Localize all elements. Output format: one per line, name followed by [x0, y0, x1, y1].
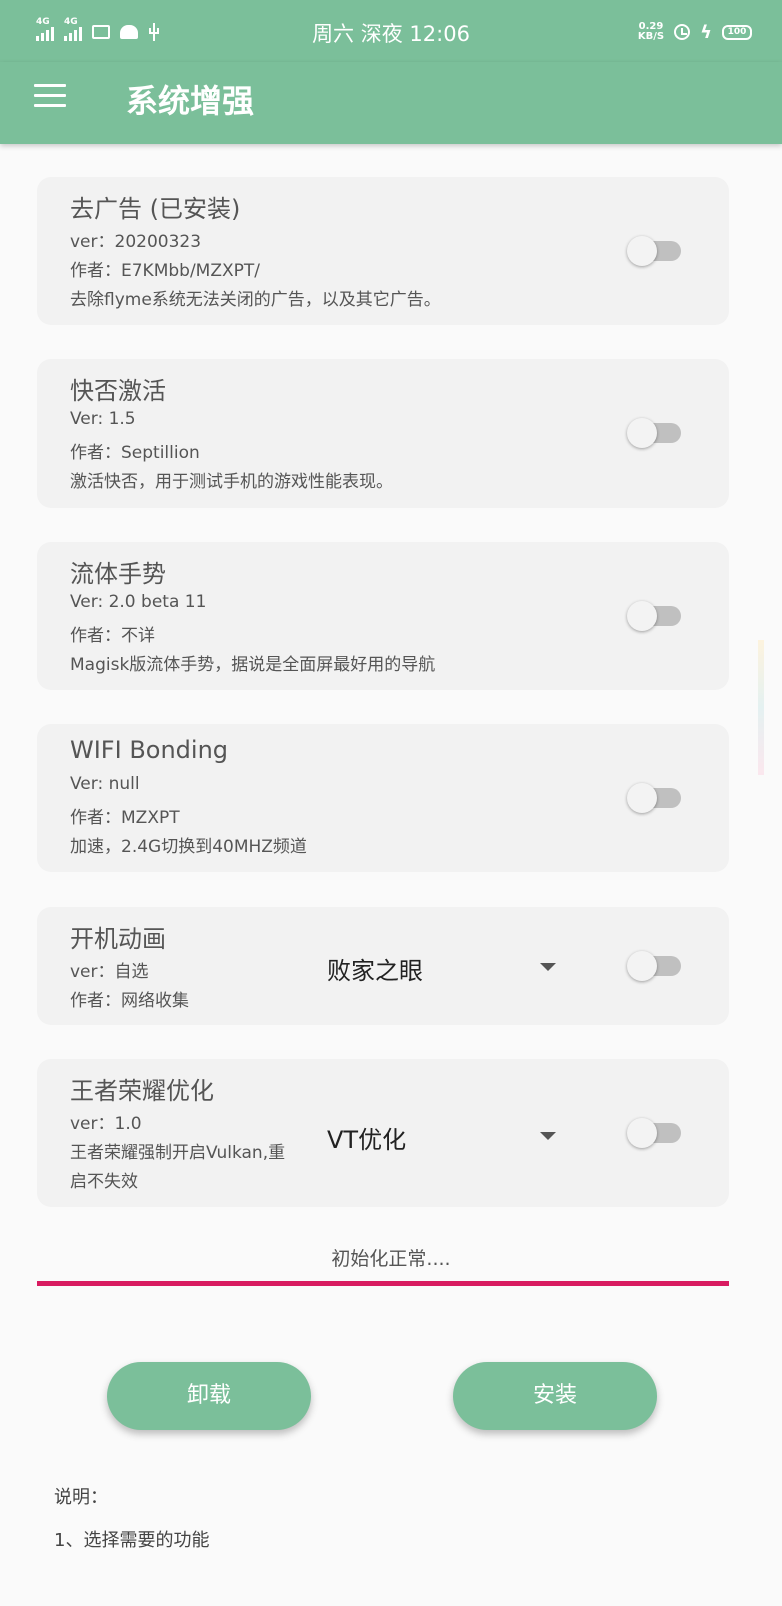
module-version: Ver: null [70, 774, 140, 794]
notes-heading: 说明： [54, 1487, 108, 1508]
module-title: 流体手势 [70, 560, 166, 588]
dropdown-value: VT优化 [327, 1126, 407, 1154]
module-card-boot-animation: 开机动画 ver：自选 作者：网络收集 败家之眼 [37, 907, 729, 1025]
charging-icon: ϟ [700, 21, 712, 43]
network-speed: 0.29 KB/S [638, 22, 664, 42]
module-description: 加速，2.4G切换到40MHZ频道 [70, 837, 307, 857]
module-card-ad-block: 去广告 (已安装) ver：20200323 作者：E7KMbb/MZXPT/ … [37, 177, 729, 325]
module-title: 去广告 (已安装) [70, 195, 241, 223]
module-toggle[interactable] [627, 783, 683, 813]
app-bar: 系统增强 [0, 62, 782, 144]
module-author: 作者：不详 [70, 626, 155, 646]
module-description: 去除flyme系统无法关闭的广告，以及其它广告。 [70, 290, 441, 310]
uninstall-button[interactable]: 卸载 [107, 1362, 311, 1430]
edge-decoration [758, 640, 764, 775]
module-description: Magisk版流体手势，据说是全面屏最好用的导航 [70, 655, 436, 675]
progress-bar [37, 1281, 729, 1286]
module-title: 开机动画 [70, 925, 166, 953]
alarm-icon [674, 24, 691, 40]
dropdown-arrow-icon [540, 963, 556, 971]
battery-icon: 100 [722, 24, 752, 40]
module-card-honor-of-kings: 王者荣耀优化 ver：1.0 王者荣耀强制开启Vulkan,重 启不失效 VT优… [37, 1059, 729, 1207]
module-title: 快否激活 [70, 377, 166, 405]
module-toggle[interactable] [627, 418, 683, 448]
dropdown-arrow-icon [540, 1132, 556, 1140]
notes-item: 1、选择需要的功能 [54, 1530, 210, 1551]
module-description-line1: 王者荣耀强制开启Vulkan,重 [70, 1143, 286, 1163]
module-author: 作者：MZXPT [70, 808, 180, 828]
module-version: ver：20200323 [70, 232, 202, 252]
module-toggle[interactable] [627, 1118, 683, 1148]
module-description: 激活快否，用于测试手机的游戏性能表现。 [70, 472, 393, 492]
install-button[interactable]: 安装 [453, 1362, 657, 1430]
option-dropdown[interactable]: VT优化 [327, 1116, 557, 1156]
module-version: Ver: 1.5 [70, 409, 136, 429]
module-author: 作者：网络收集 [70, 991, 189, 1011]
module-version: Ver: 2.0 beta 11 [70, 592, 207, 612]
module-card-fluid-gesture: 流体手势 Ver: 2.0 beta 11 作者：不详 Magisk版流体手势，… [37, 542, 729, 690]
speed-unit: KB/S [637, 31, 665, 42]
module-author: 作者：E7KMbb/MZXPT/ [70, 261, 261, 281]
status-bar: 4G 4G 周六 深夜 12:06 0.29 KB/S ϟ 100 [0, 0, 782, 62]
module-card-activation: 快否激活 Ver: 1.5 作者：Septillion 激活快否，用于测试手机的… [37, 359, 729, 508]
module-title: 王者荣耀优化 [70, 1077, 214, 1105]
module-toggle[interactable] [627, 236, 683, 266]
init-status-text: 初始化正常.... [331, 1248, 451, 1270]
dropdown-value: 败家之眼 [327, 957, 423, 985]
module-version: ver：自选 [70, 962, 149, 982]
option-dropdown[interactable]: 败家之眼 [327, 947, 557, 987]
module-toggle[interactable] [627, 951, 683, 981]
module-version: ver：1.0 [70, 1114, 142, 1134]
module-description-line2: 启不失效 [70, 1172, 138, 1192]
page-title: 系统增强 [126, 82, 255, 120]
module-card-wifi-bonding: WIFI Bonding Ver: null 作者：MZXPT 加速，2.4G切… [37, 724, 729, 872]
menu-icon[interactable] [34, 84, 66, 108]
module-title: WIFI Bonding [70, 736, 229, 764]
progress-fill [37, 1281, 729, 1286]
module-author: 作者：Septillion [70, 443, 200, 463]
module-toggle[interactable] [627, 601, 683, 631]
